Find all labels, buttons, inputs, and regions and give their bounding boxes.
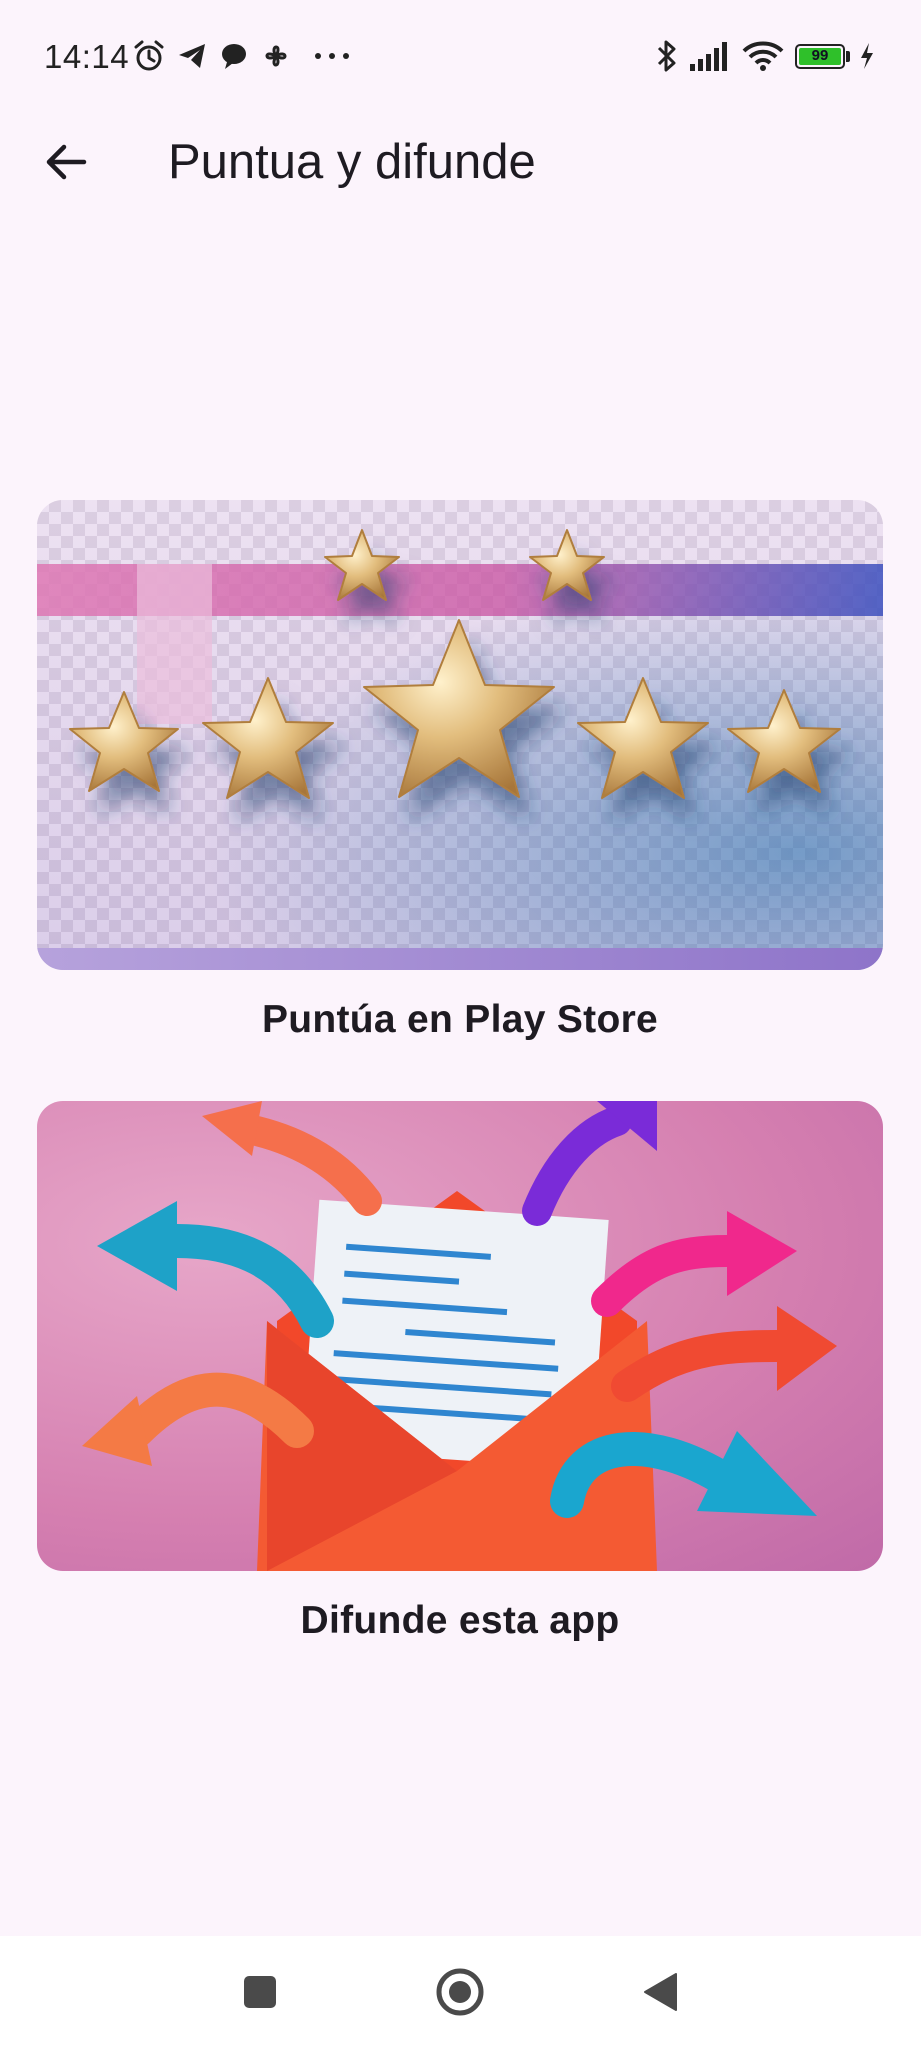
rate-label: Puntúa en Play Store — [261, 998, 659, 1041]
back-triangle-icon — [644, 1973, 677, 2011]
alarm-icon — [132, 38, 166, 74]
chat-bubble-icon — [218, 38, 250, 74]
star-rating-icon — [69, 529, 841, 799]
telegram-icon — [176, 38, 208, 74]
more-dots-icon — [314, 38, 350, 74]
home-circle-icon — [436, 1968, 484, 2016]
battery-tip — [846, 51, 850, 62]
home-button[interactable] — [428, 1960, 492, 2024]
bluetooth-icon — [654, 38, 680, 74]
stars-image[interactable] — [37, 500, 883, 970]
share-image[interactable] — [37, 1101, 883, 1571]
status-bar: 14:14 99 — [0, 0, 921, 110]
rate-card[interactable]: Puntúa en Play Store — [37, 500, 883, 1042]
share-card[interactable]: Difunde esta app — [37, 1101, 883, 1643]
nav-back-button[interactable] — [628, 1960, 692, 2024]
app-bar: Puntua y difunde — [0, 110, 921, 230]
back-button[interactable] — [34, 130, 98, 194]
battery-icon: 99 — [795, 44, 845, 69]
charging-icon — [858, 38, 876, 74]
status-time: 14:14 — [44, 38, 130, 75]
arrow-back-icon — [46, 144, 87, 180]
page-title: Puntua y difunde — [168, 135, 536, 189]
battery-level: 99 — [811, 47, 829, 64]
share-label: Difunde esta app — [300, 1599, 620, 1642]
recents-button[interactable] — [228, 1960, 292, 2024]
envelope-arrows-icon — [82, 1101, 837, 1571]
recents-square-icon — [244, 1976, 276, 2008]
signal-icon — [688, 38, 732, 74]
wifi-icon — [742, 38, 784, 74]
pinwheel-icon — [259, 38, 293, 74]
navigation-bar — [0, 1936, 921, 2048]
